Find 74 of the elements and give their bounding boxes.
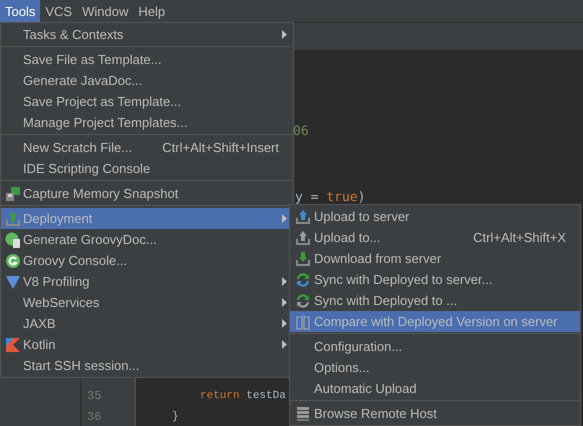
menu-item-label: JAXB: [23, 316, 56, 331]
menu-item[interactable]: V8 Profiling: [1, 271, 293, 292]
menu-item-label: Save File as Template...: [23, 52, 162, 67]
code-line: return testDa: [200, 390, 286, 402]
groovy-doc-icon: [5, 232, 21, 248]
server-icon: [295, 406, 311, 422]
menu-item-label: WebServices: [23, 295, 100, 310]
shortcut-text: Ctrl+Alt+Shift+X: [473, 230, 567, 245]
menu-item-label: Save Project as Template...: [23, 94, 182, 109]
menu-item-label: Options...: [314, 360, 370, 375]
menu-item[interactable]: Tasks & Contexts: [1, 24, 293, 45]
menu-item[interactable]: Save File as Template...: [1, 49, 293, 70]
code-text: y = true): [295, 190, 366, 205]
menu-item-label: Kotlin: [23, 337, 56, 352]
menu-item-label: Tasks & Contexts: [23, 27, 124, 42]
code-text: 06: [293, 124, 309, 139]
menu-item-label: New Scratch File...: [23, 140, 132, 155]
menu-item[interactable]: Capture Memory Snapshot: [1, 183, 293, 204]
menu-item[interactable]: WebServices: [1, 292, 293, 313]
sync-arrows-icon: [295, 272, 311, 288]
chip-disk-icon: [5, 186, 21, 202]
menu-item-label: Generate GroovyDoc...: [23, 232, 157, 247]
menu-item[interactable]: Start SSH session...: [1, 355, 293, 376]
menu-item[interactable]: Sync with Deployed to ...: [290, 290, 580, 311]
menu-item-label: Compare with Deployed Version on server: [314, 314, 558, 329]
menu-item-label: Browse Remote Host: [314, 406, 437, 421]
upload-tray-icon: [5, 210, 21, 226]
sync-arrows-icon: [295, 292, 311, 308]
menu-bar-item[interactable]: Tools: [0, 0, 40, 22]
line-number: 36: [86, 410, 102, 424]
menu-item-label: Capture Memory Snapshot: [23, 186, 178, 201]
menu-item-label: Sync with Deployed to ...: [314, 293, 458, 308]
menu-item[interactable]: Options...: [290, 357, 580, 378]
menu-bar-item[interactable]: VCS: [40, 0, 78, 22]
menu-item[interactable]: Sync with Deployed to server...: [290, 269, 580, 290]
menu-item[interactable]: Configuration...: [290, 336, 580, 357]
menu-item-label: Automatic Upload: [314, 381, 417, 396]
menu-item-label: Manage Project Templates...: [23, 115, 188, 130]
menu-item-label: Configuration...: [314, 339, 402, 354]
kotlin-k-icon: [5, 336, 21, 352]
menu-bar-item[interactable]: Help: [133, 0, 170, 22]
menu-item-label: Upload to server: [314, 209, 410, 224]
menu-item[interactable]: Generate JavaDoc...: [1, 70, 293, 91]
upload-tray-icon: [295, 208, 311, 224]
shortcut-text: Ctrl+Alt+Shift+Insert: [162, 140, 280, 155]
menu-item-label: Generate JavaDoc...: [23, 73, 142, 88]
groovy-g-icon: [5, 252, 21, 268]
code-line: }: [172, 410, 179, 422]
menu-item-label: Upload to...: [314, 230, 380, 245]
menu-item[interactable]: Kotlin: [1, 334, 293, 355]
compare-icon: [295, 314, 311, 330]
menu-item-label: Download from server: [314, 251, 442, 266]
menu-item[interactable]: Browse Remote Host: [290, 403, 580, 424]
menu-item[interactable]: Upload to server: [290, 206, 580, 227]
menu-item[interactable]: JAXB: [1, 313, 293, 334]
menu-item-label: Start SSH session...: [23, 358, 140, 373]
menu-item[interactable]: Save Project as Template...: [1, 91, 293, 112]
menu-item[interactable]: Manage Project Templates...: [1, 112, 293, 133]
upload-tray-icon: [295, 230, 311, 246]
menu-item-label: Deployment: [23, 211, 92, 226]
line-number: 35: [86, 388, 102, 402]
menu-item-label: IDE Scripting Console: [23, 161, 150, 176]
menu-item[interactable]: Automatic Upload: [290, 378, 580, 399]
menu-item[interactable]: Download from server: [290, 248, 580, 269]
menu-item-label: V8 Profiling: [23, 274, 90, 289]
menu-item[interactable]: Groovy Console...: [1, 250, 293, 271]
menu-item[interactable]: Upload to... Ctrl+Alt+Shift+X: [290, 227, 580, 248]
menu-bar-item[interactable]: Window: [77, 0, 134, 22]
menu-item-label: Groovy Console...: [23, 253, 128, 268]
download-tray-icon: [295, 250, 311, 266]
menu-item[interactable]: IDE Scripting Console: [1, 158, 293, 179]
menu-item-label: Sync with Deployed to server...: [314, 272, 492, 287]
menu-item[interactable]: Generate GroovyDoc...: [1, 229, 293, 250]
menu-item[interactable]: New Scratch File... Ctrl+Alt+Shift+Insert: [1, 137, 293, 158]
